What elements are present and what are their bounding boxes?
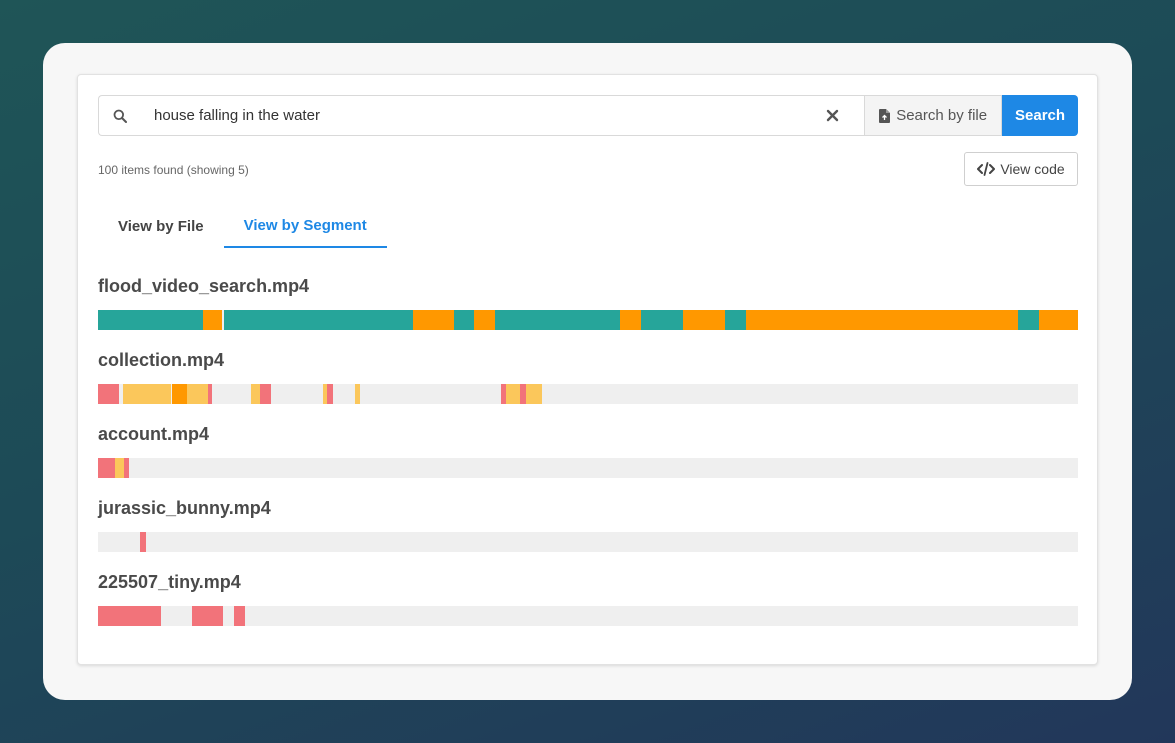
- timeline-segment[interactable]: [327, 384, 334, 404]
- search-by-file-label: Search by file: [896, 107, 988, 124]
- timeline-segment[interactable]: [745, 310, 1019, 330]
- tab-view-by-file[interactable]: View by File: [98, 205, 224, 248]
- timeline-segment[interactable]: [494, 310, 621, 330]
- search-input[interactable]: [154, 96, 804, 135]
- timeline-segment[interactable]: [1038, 310, 1078, 330]
- view-tabs: View by File View by Segment: [98, 205, 387, 248]
- file-title: 225507_tiny.mp4: [98, 572, 241, 592]
- timeline-segment[interactable]: [354, 384, 360, 404]
- timeline-segment[interactable]: [640, 310, 684, 330]
- timeline-segment[interactable]: [224, 310, 413, 330]
- timeline-segment[interactable]: [683, 310, 726, 330]
- timeline-segment[interactable]: [259, 384, 272, 404]
- timeline-segment[interactable]: [202, 310, 223, 330]
- timeline-segment[interactable]: [474, 310, 495, 330]
- file-title: collection.mp4: [98, 350, 225, 370]
- timeline-segment[interactable]: [98, 310, 203, 330]
- file-timeline[interactable]: [98, 606, 1078, 626]
- search-results-card: Search by file Search 100 items found (s…: [77, 74, 1098, 665]
- timeline-segment[interactable]: [453, 310, 475, 330]
- tab-view-by-segment[interactable]: View by Segment: [223, 205, 387, 248]
- file-timeline[interactable]: [98, 384, 1078, 404]
- timeline-segment[interactable]: [124, 458, 130, 478]
- search-by-file-button[interactable]: Search by file: [864, 95, 1003, 136]
- background-panel: Search by file Search 100 items found (s…: [43, 43, 1132, 700]
- timeline-segment[interactable]: [140, 532, 146, 552]
- timeline-segment[interactable]: [412, 310, 454, 330]
- timeline-segment[interactable]: [98, 458, 115, 478]
- timeline-segment[interactable]: [192, 606, 224, 626]
- close-icon[interactable]: [826, 109, 839, 122]
- timeline-segment[interactable]: [505, 384, 521, 404]
- file-timeline[interactable]: [98, 458, 1078, 478]
- timeline-segment[interactable]: [123, 384, 172, 404]
- timeline-segment[interactable]: [234, 606, 245, 626]
- file-title: jurassic_bunny.mp4: [98, 498, 271, 518]
- search-bar: Search by file Search: [98, 95, 1078, 136]
- file-title: account.mp4: [98, 424, 210, 444]
- timeline-segment[interactable]: [114, 458, 125, 478]
- file-timeline[interactable]: [98, 310, 1078, 330]
- timeline-segment[interactable]: [171, 384, 188, 404]
- timeline-segment[interactable]: [98, 606, 161, 626]
- timeline-segment[interactable]: [526, 384, 542, 404]
- file-timeline[interactable]: [98, 532, 1078, 552]
- timeline-segment[interactable]: [620, 310, 641, 330]
- view-code-button[interactable]: View code: [964, 152, 1078, 186]
- file-icon: [879, 108, 891, 123]
- timeline-segment[interactable]: [207, 384, 212, 404]
- view-code-label: View code: [1000, 161, 1065, 177]
- timeline-segment[interactable]: [98, 384, 119, 404]
- search-button[interactable]: Search: [1002, 95, 1078, 136]
- timeline-segment[interactable]: [187, 384, 208, 404]
- file-title: flood_video_search.mp4: [98, 276, 310, 296]
- timeline-segment[interactable]: [725, 310, 746, 330]
- results-count: 100 items found (showing 5): [98, 163, 249, 177]
- search-icon: [113, 109, 127, 123]
- timeline-segment[interactable]: [250, 384, 260, 404]
- timeline-segment[interactable]: [1018, 310, 1039, 330]
- search-box: [98, 95, 865, 136]
- code-icon: [977, 162, 996, 176]
